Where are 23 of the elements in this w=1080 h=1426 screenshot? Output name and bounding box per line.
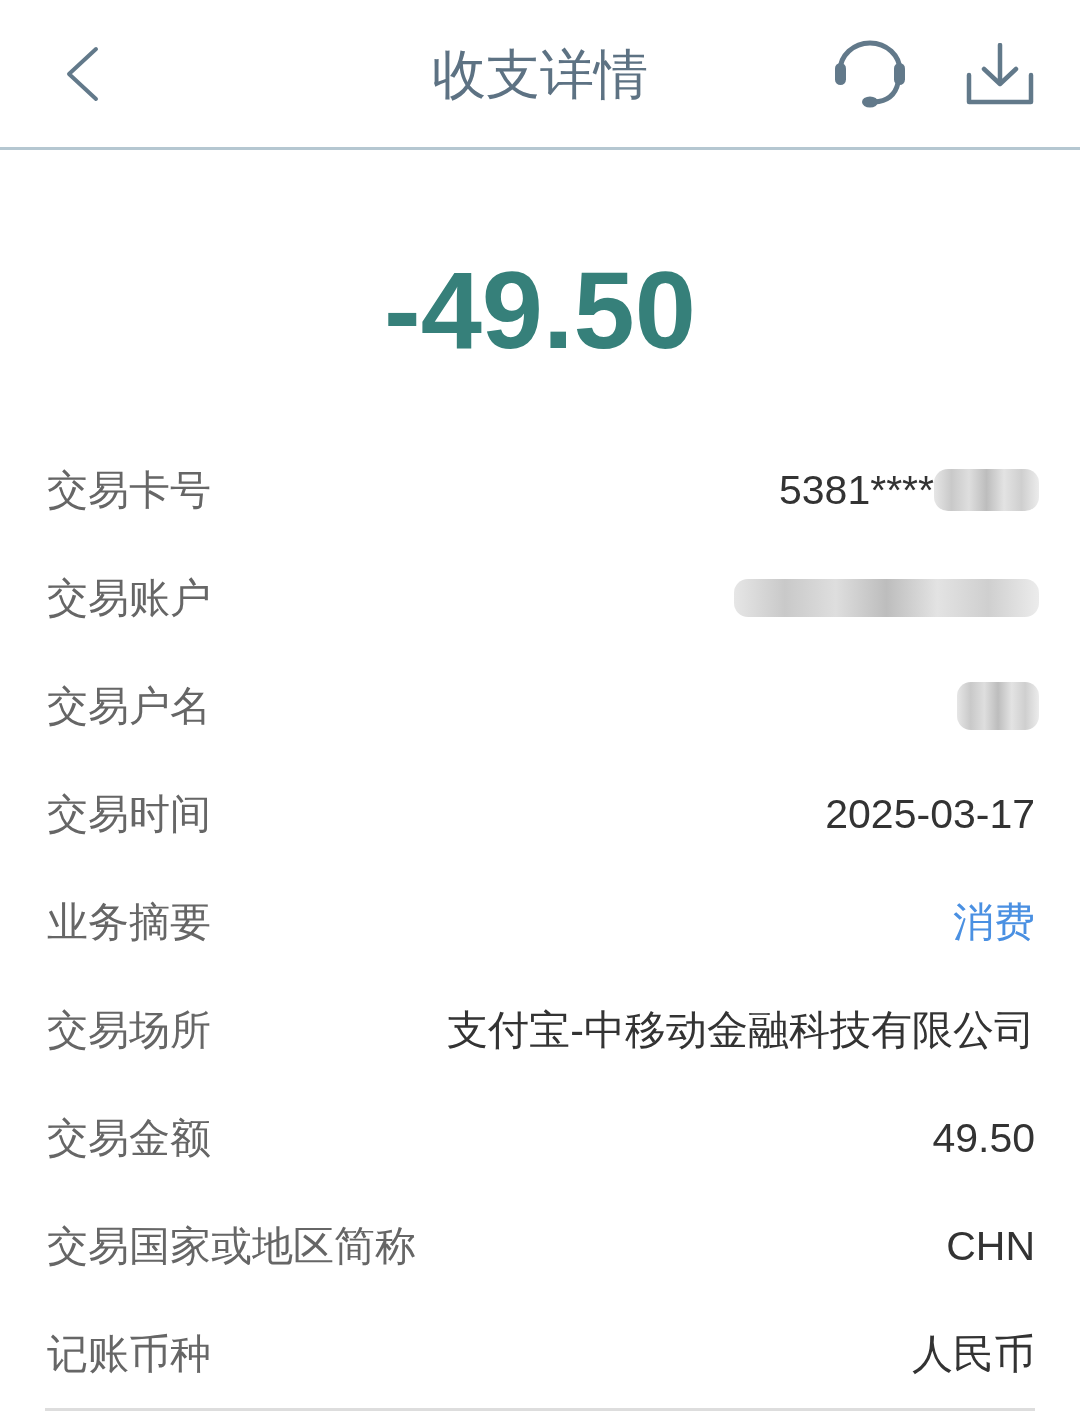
field-value: 49.50 (932, 1114, 1035, 1163)
field-value: 支付宝-中移动金融科技有限公司 (447, 1006, 1035, 1055)
headset-icon (832, 38, 908, 109)
field-label: 交易场所 (46, 1006, 211, 1055)
field-label: 交易国家或地区简称 (46, 1222, 416, 1271)
field-label: 交易时间 (46, 790, 211, 839)
download-icon (966, 42, 1034, 105)
field-label: 交易户名 (46, 682, 211, 731)
summary-link[interactable]: 消费 (953, 897, 1035, 947)
field-label: 交易卡号 (46, 466, 211, 515)
back-chevron-icon (65, 45, 99, 102)
field-value: CHN (946, 1222, 1035, 1271)
field-value: 人民币 (912, 1330, 1035, 1379)
field-label: 记账币种 (46, 1330, 211, 1379)
amount-text: -49.50 (384, 248, 696, 372)
field-value: 5381**** (778, 466, 934, 515)
field-label: 交易金额 (46, 1114, 211, 1163)
customer-service-button[interactable] (832, 38, 908, 109)
page-title: 收支详情 (432, 42, 648, 106)
field-value: 2025-03-17 (825, 790, 1035, 839)
field-label: 业务摘要 (46, 898, 211, 947)
download-button[interactable] (966, 42, 1034, 105)
field-label: 交易账户 (46, 574, 211, 623)
